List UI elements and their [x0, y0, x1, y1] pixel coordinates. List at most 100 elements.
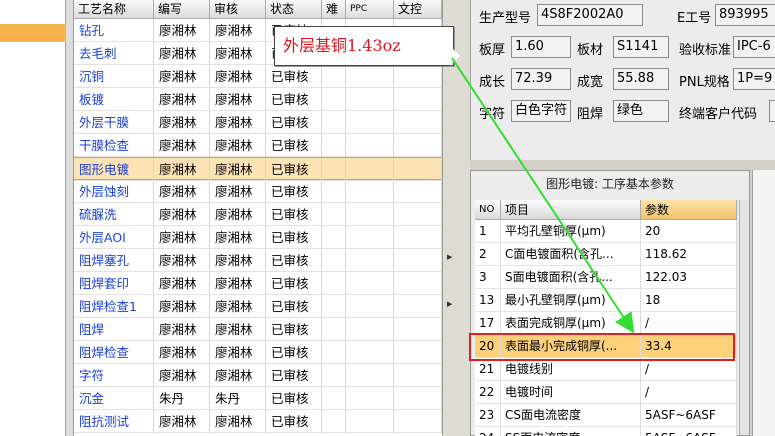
param-row[interactable]: 3 S面电镀面积(含孔... 122.03 — [475, 266, 737, 289]
reviewer-cell: 廖湘林 — [210, 341, 266, 364]
table-row[interactable]: 沉铜 廖湘林 廖湘林 已审核 — [74, 65, 442, 88]
param-item-cell: 最小孔壁铜厚(μm) — [501, 289, 641, 312]
length-field[interactable]: 72.39 — [511, 68, 571, 90]
table-row[interactable]: 外层AOI 廖湘林 廖湘林 已审核 — [74, 226, 442, 249]
param-item-cell: S面电镀面积(含孔... — [501, 266, 641, 289]
difficulty-cell — [322, 295, 346, 318]
param-row[interactable]: 22 电镀时间 / — [475, 381, 737, 404]
table-row[interactable]: 字符 廖湘林 廖湘林 已审核 — [74, 364, 442, 387]
material-field[interactable]: S1141 — [613, 36, 669, 58]
param-row[interactable]: 1 平均孔壁铜厚(μm) 20 — [475, 220, 737, 243]
reviewer-cell: 廖湘林 — [210, 134, 266, 157]
ppc-cell — [346, 203, 394, 226]
thickness-field[interactable]: 1.60 — [511, 36, 571, 58]
status-cell: 已审核 — [266, 226, 322, 249]
param-value-cell: 20 — [641, 220, 737, 243]
table-row[interactable]: 图形电镀 廖湘林 廖湘林 已审核 — [74, 157, 442, 181]
process-name-cell: 阻焊检查 — [74, 341, 154, 364]
difficulty-cell — [322, 180, 346, 203]
left-nav-selected-item[interactable] — [0, 24, 66, 42]
author-cell: 廖湘林 — [154, 295, 210, 318]
col-header-difficulty[interactable]: 难 — [322, 0, 346, 19]
soldermask-field[interactable]: 绿色 — [613, 100, 669, 122]
status-cell: 已审核 — [266, 272, 322, 295]
table-row[interactable]: 外层干膜 廖湘林 廖湘林 已审核 — [74, 111, 442, 134]
param-row[interactable]: 17 表面完成铜厚(μm) / — [475, 312, 737, 335]
process-name-cell: 沉金 — [74, 387, 154, 410]
param-scrollbar[interactable] — [739, 200, 749, 435]
table-row[interactable]: 阻焊套印 廖湘林 廖湘林 已审核 — [74, 272, 442, 295]
silkscreen-label: 字符 — [479, 107, 506, 122]
collapse-arrow-icon[interactable]: ▶ — [447, 300, 452, 308]
ppc-cell — [346, 180, 394, 203]
param-col-header-value[interactable]: 参数 — [641, 200, 737, 220]
table-row[interactable]: 干膜检查 廖湘林 廖湘林 已审核 — [74, 134, 442, 157]
doc-control-cell — [394, 134, 442, 157]
eno-field[interactable]: 893995 — [715, 4, 775, 26]
doc-control-cell — [394, 88, 442, 111]
doc-control-cell — [394, 203, 442, 226]
ppc-cell — [346, 295, 394, 318]
process-name-cell: 阻焊 — [74, 318, 154, 341]
table-row[interactable]: 阻焊 廖湘林 廖湘林 已审核 — [74, 318, 442, 341]
process-name-cell: 阻焊塞孔 — [74, 249, 154, 272]
table-row[interactable]: 阻焊检查 廖湘林 廖湘林 已审核 — [74, 341, 442, 364]
author-cell: 廖湘林 — [154, 42, 210, 65]
param-value-cell: 118.62 — [641, 243, 737, 266]
param-row[interactable]: 2 C面电镀面积(含孔... 118.62 — [475, 243, 737, 266]
reviewer-cell: 廖湘林 — [210, 318, 266, 341]
collapse-arrow-icon[interactable]: ▶ — [447, 253, 452, 261]
reviewer-cell: 廖湘林 — [210, 65, 266, 88]
param-value-cell: 5ASF~6ASF — [641, 427, 737, 436]
param-row[interactable]: 24SS面电流密度5ASF~6ASF — [475, 427, 737, 436]
doc-control-cell — [394, 180, 442, 203]
customer-code-field[interactable] — [769, 100, 775, 122]
param-no-cell: 17 — [475, 312, 501, 335]
thickness-label: 板厚 — [479, 43, 506, 58]
table-row[interactable]: 板镀 廖湘林 廖湘林 已审核 — [74, 88, 442, 111]
process-name-cell: 钻孔 — [74, 19, 154, 42]
param-item-cell: 平均孔壁铜厚(μm) — [501, 220, 641, 243]
model-field[interactable]: 4S8F2002A0 — [537, 4, 643, 26]
table-row[interactable]: 沉金 朱丹 朱丹 已审核 — [74, 387, 442, 410]
col-header-author[interactable]: 编写 — [154, 0, 210, 19]
table-row[interactable]: 阻抗测试 廖湘林 廖湘林 已审核 — [74, 410, 442, 433]
reviewer-cell: 朱丹 — [210, 387, 266, 410]
difficulty-cell — [322, 226, 346, 249]
author-cell: 廖湘林 — [154, 410, 210, 433]
reviewer-cell: 廖湘林 — [210, 410, 266, 433]
param-col-header-item[interactable]: 项目 — [501, 200, 641, 220]
status-cell: 已审核 — [266, 180, 322, 203]
reviewer-cell: 廖湘林 — [210, 203, 266, 226]
silkscreen-field[interactable]: 白色字符 — [511, 100, 571, 122]
param-item-cell: C面电镀面积(含孔... — [501, 243, 641, 266]
doc-control-cell — [394, 249, 442, 272]
author-cell: 廖湘林 — [154, 272, 210, 295]
param-panel: 图形电镀: 工序基本参数 NO 项目 参数 1 平均孔壁铜厚(μm) 20 2 C面电镀… — [470, 170, 750, 436]
process-name-cell: 图形电镀 — [74, 158, 154, 181]
param-col-header-no[interactable]: NO — [475, 200, 501, 220]
width-label: 成宽 — [577, 75, 604, 90]
table-row[interactable]: 硫脲洗 廖湘林 廖湘林 已审核 — [74, 203, 442, 226]
col-header-ppc[interactable]: PPC — [346, 0, 394, 19]
process-name-cell: 去毛刺 — [74, 42, 154, 65]
table-row[interactable]: 外层蚀刻 廖湘林 廖湘林 已审核 — [74, 180, 442, 203]
col-header-status[interactable]: 状态 — [266, 0, 322, 19]
param-no-cell: 24 — [475, 427, 501, 436]
left-panel-splitter[interactable] — [66, 0, 74, 436]
width-field[interactable]: 55.88 — [613, 68, 669, 90]
table-row[interactable]: 阻焊检查1 廖湘林 廖湘林 已审核 — [74, 295, 442, 318]
col-header-doc-control[interactable]: 文控 — [394, 0, 442, 19]
param-row[interactable]: 13 最小孔壁铜厚(μm) 18 — [475, 289, 737, 312]
table-row[interactable]: 阻焊塞孔 廖湘林 廖湘林 已审核 — [74, 249, 442, 272]
param-row[interactable]: 21 电镀线别 / — [475, 358, 737, 381]
pnl-field[interactable]: 1P=9 — [733, 68, 775, 90]
status-cell: 已审核 — [266, 249, 322, 272]
param-item-cell: 电镀时间 — [501, 381, 641, 404]
param-row[interactable]: 23 CS面电流密度 5ASF~6ASF — [475, 404, 737, 427]
param-value-cell: / — [641, 381, 737, 404]
col-header-reviewer[interactable]: 审核 — [210, 0, 266, 19]
param-item-cell: CS面电流密度 — [501, 404, 641, 427]
col-header-process-name[interactable]: 工艺名称 — [74, 0, 154, 19]
standard-field[interactable]: IPC-6 — [733, 36, 775, 58]
